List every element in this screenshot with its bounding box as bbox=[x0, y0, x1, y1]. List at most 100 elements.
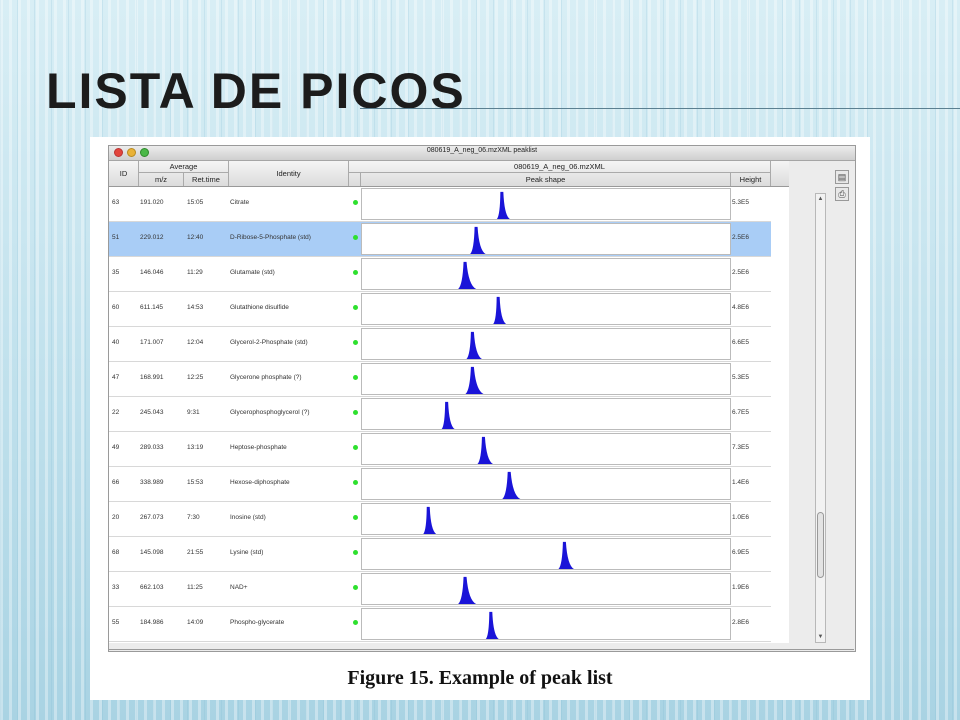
window-titlebar: 080619_A_neg_06.mzXML peaklist bbox=[109, 146, 855, 161]
vertical-scrollbar[interactable]: ▲ ▼ bbox=[815, 193, 826, 643]
cell-id: 33 bbox=[112, 584, 120, 591]
cell-id: 40 bbox=[112, 339, 120, 346]
peak-mark bbox=[470, 226, 486, 254]
table-row[interactable]: 68 145.098 21:55 Lysine (std) 6.9E5 bbox=[109, 537, 771, 572]
cell-identity: Phospho-glycerate bbox=[230, 619, 285, 626]
status-dot-icon bbox=[353, 375, 358, 380]
peak-shape-plot bbox=[361, 468, 731, 500]
peak-shape-plot bbox=[361, 293, 731, 325]
peak-mark bbox=[465, 366, 484, 394]
cell-height: 4.8E6 bbox=[732, 304, 749, 311]
cell-id: 47 bbox=[112, 374, 120, 381]
table-row[interactable]: 20 267.073 7:30 Inosine (std) 1.0E6 bbox=[109, 502, 771, 537]
scroll-up-icon[interactable]: ▲ bbox=[817, 195, 824, 203]
table-row[interactable]: 35 146.046 11:29 Glutamate (std) 2.5E6 bbox=[109, 257, 771, 292]
status-dot-icon bbox=[353, 200, 358, 205]
cell-height: 6.9E5 bbox=[732, 549, 749, 556]
cell-mz: 245.043 bbox=[140, 409, 164, 416]
table-row[interactable]: 47 168.991 12:25 Glycerone phosphate (?) 5.3… bbox=[109, 362, 771, 397]
cell-id: 60 bbox=[112, 304, 120, 311]
cell-ret-time: 12:40 bbox=[187, 234, 204, 241]
scroll-thumb[interactable] bbox=[817, 512, 824, 578]
peak-mark bbox=[458, 261, 477, 289]
table-row[interactable]: 40 171.007 12:04 Glycerol-2-Phosphate (std)… bbox=[109, 327, 771, 362]
cell-ret-time: 9:31 bbox=[187, 409, 200, 416]
table-row[interactable]: 60 611.145 14:53 Glutathione disulfide 4.8E6 bbox=[109, 292, 771, 327]
status-dot-icon bbox=[353, 445, 358, 450]
cell-ret-time: 14:09 bbox=[187, 619, 204, 626]
cell-height: 1.0E6 bbox=[732, 514, 749, 521]
cell-id: 63 bbox=[112, 199, 120, 206]
status-dot-icon bbox=[353, 585, 358, 590]
cell-identity: Glycerophosphoglycerol (?) bbox=[230, 409, 310, 416]
export-icon[interactable]: ▤ bbox=[835, 170, 849, 184]
peak-table: 63 191.020 15:05 Citrate 5.3E5 51 229.012 12:40… bbox=[109, 187, 789, 643]
cell-height: 5.3E5 bbox=[732, 374, 749, 381]
column-header-identity[interactable]: Identity bbox=[229, 161, 349, 186]
cell-id: 35 bbox=[112, 269, 120, 276]
cell-id: 68 bbox=[112, 549, 120, 556]
peak-shape-plot bbox=[361, 608, 731, 640]
cell-mz: 338.989 bbox=[140, 479, 164, 486]
status-dot-icon bbox=[353, 235, 358, 240]
window-bottom-edge bbox=[108, 649, 854, 650]
peak-shape-plot bbox=[361, 363, 731, 395]
table-row[interactable]: 55 184.986 14:09 Phospho-glycerate 2.8E6 bbox=[109, 607, 771, 642]
cell-height: 2.5E6 bbox=[732, 234, 749, 241]
column-header-id[interactable]: ID bbox=[109, 161, 139, 186]
column-header-rt[interactable]: Ret.time bbox=[184, 173, 229, 186]
column-header-height[interactable]: Height bbox=[731, 173, 771, 186]
figure-image: 080619_A_neg_06.mzXML peaklist ID Averag… bbox=[90, 137, 870, 700]
peak-mark bbox=[458, 576, 477, 604]
cell-ret-time: 15:53 bbox=[187, 479, 204, 486]
peak-mark bbox=[496, 191, 510, 219]
print-icon[interactable]: ⎙ bbox=[835, 187, 849, 201]
peak-shape-plot bbox=[361, 398, 731, 430]
cell-identity: Lysine (std) bbox=[230, 549, 264, 556]
cell-mz: 267.073 bbox=[140, 514, 164, 521]
cell-mz: 229.012 bbox=[140, 234, 164, 241]
cell-mz: 611.145 bbox=[140, 304, 164, 311]
cell-height: 1.4E6 bbox=[732, 479, 749, 486]
cell-id: 51 bbox=[112, 234, 120, 241]
table-row[interactable]: 22 245.043 9:31 Glycerophosphoglycerol (?) 6… bbox=[109, 397, 771, 432]
cell-height: 6.6E5 bbox=[732, 339, 749, 346]
cell-height: 2.8E6 bbox=[732, 619, 749, 626]
cell-mz: 662.103 bbox=[140, 584, 164, 591]
status-dot-icon bbox=[353, 270, 358, 275]
cell-identity: Glutamate (std) bbox=[230, 269, 275, 276]
cell-ret-time: 11:29 bbox=[187, 269, 203, 276]
cell-identity: Glycerone phosphate (?) bbox=[230, 374, 302, 381]
cell-height: 1.9E6 bbox=[732, 584, 749, 591]
cell-identity: Inosine (std) bbox=[230, 514, 266, 521]
window-title: 080619_A_neg_06.mzXML peaklist bbox=[426, 147, 538, 154]
status-dot-icon bbox=[353, 340, 358, 345]
cell-identity: NAD+ bbox=[230, 584, 248, 591]
cell-identity: Glycerol-2-Phosphate (std) bbox=[230, 339, 308, 346]
cell-id: 22 bbox=[112, 409, 120, 416]
cell-id: 55 bbox=[112, 619, 120, 626]
cell-mz: 145.098 bbox=[140, 549, 164, 556]
table-row[interactable]: 63 191.020 15:05 Citrate 5.3E5 bbox=[109, 187, 771, 222]
peak-mark bbox=[502, 471, 521, 499]
cell-mz: 146.046 bbox=[140, 269, 164, 276]
table-row-partial[interactable] bbox=[109, 642, 771, 643]
column-header-status[interactable] bbox=[349, 173, 361, 186]
cell-identity: D-Ribose-5-Phosphate (std) bbox=[230, 234, 311, 241]
table-row[interactable]: 66 338.989 15:53 Hexose-diphosphate 1.4E6 bbox=[109, 467, 771, 502]
cell-height: 2.5E6 bbox=[732, 269, 749, 276]
table-row[interactable]: 49 289.033 13:19 Heptose-phosphate 7.3E5 bbox=[109, 432, 771, 467]
status-dot-icon bbox=[353, 550, 358, 555]
title-underline bbox=[360, 108, 960, 109]
cell-mz: 168.991 bbox=[140, 374, 164, 381]
peak-mark bbox=[477, 436, 493, 464]
cell-ret-time: 14:53 bbox=[187, 304, 204, 311]
table-row[interactable]: 33 662.103 11:25 NAD+ 1.9E6 bbox=[109, 572, 771, 607]
table-row[interactable]: 51 229.012 12:40 D-Ribose-5-Phosphate (std)… bbox=[109, 222, 771, 257]
cell-ret-time: 12:25 bbox=[187, 374, 204, 381]
table-header: ID Average m/z Ret.time Identity 080619_… bbox=[109, 161, 789, 187]
column-header-peak-shape[interactable]: Peak shape bbox=[361, 173, 731, 186]
scroll-down-icon[interactable]: ▼ bbox=[817, 633, 824, 641]
column-header-mz[interactable]: m/z bbox=[139, 173, 184, 186]
peak-shape-plot bbox=[361, 573, 731, 605]
